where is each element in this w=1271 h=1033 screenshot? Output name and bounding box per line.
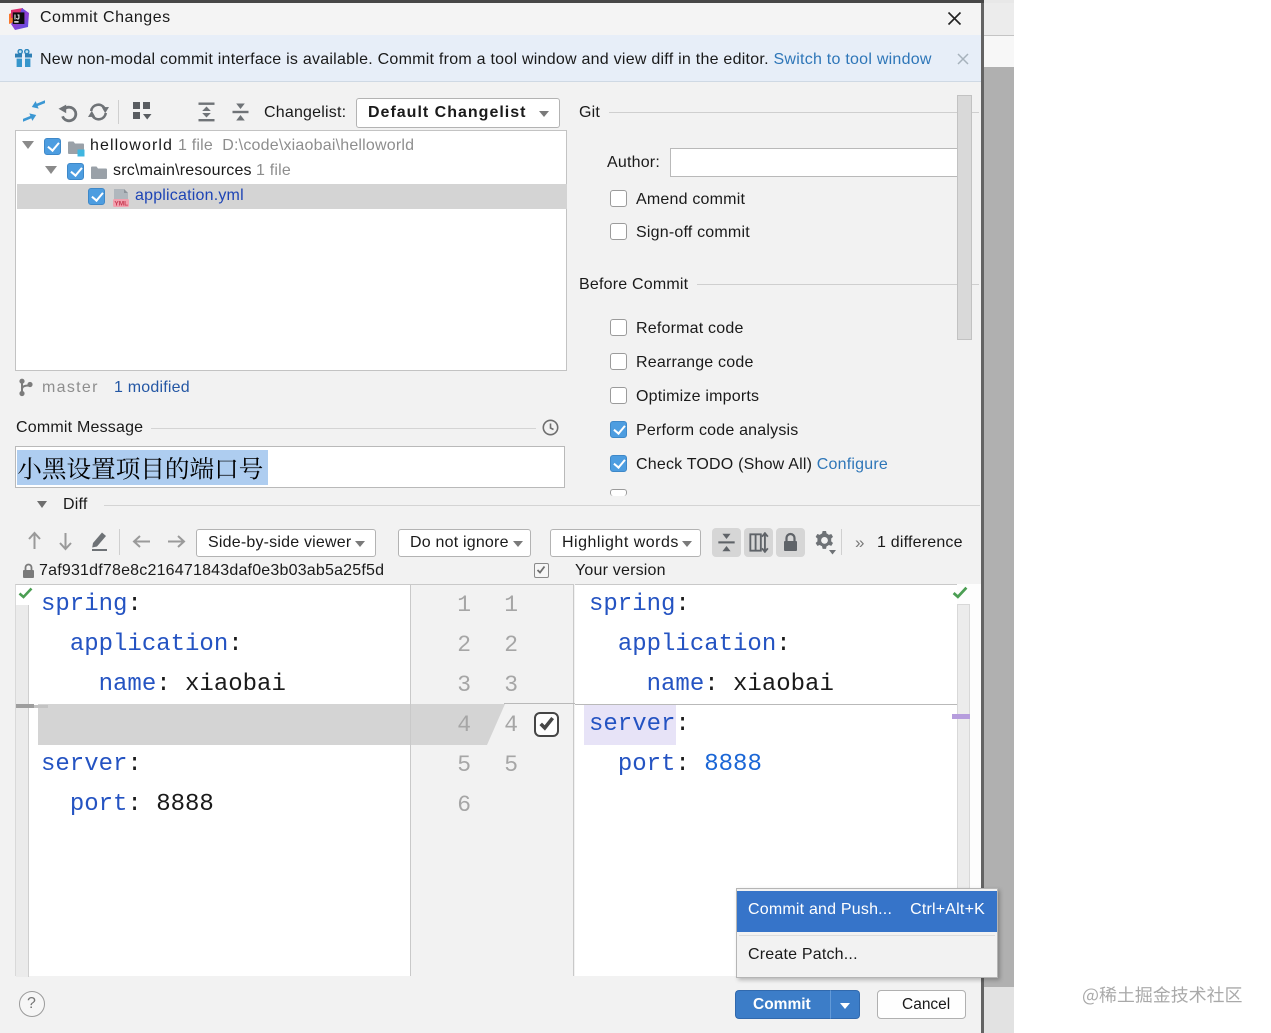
svg-text:YML: YML	[114, 201, 128, 208]
svg-text:IJ: IJ	[14, 14, 20, 21]
